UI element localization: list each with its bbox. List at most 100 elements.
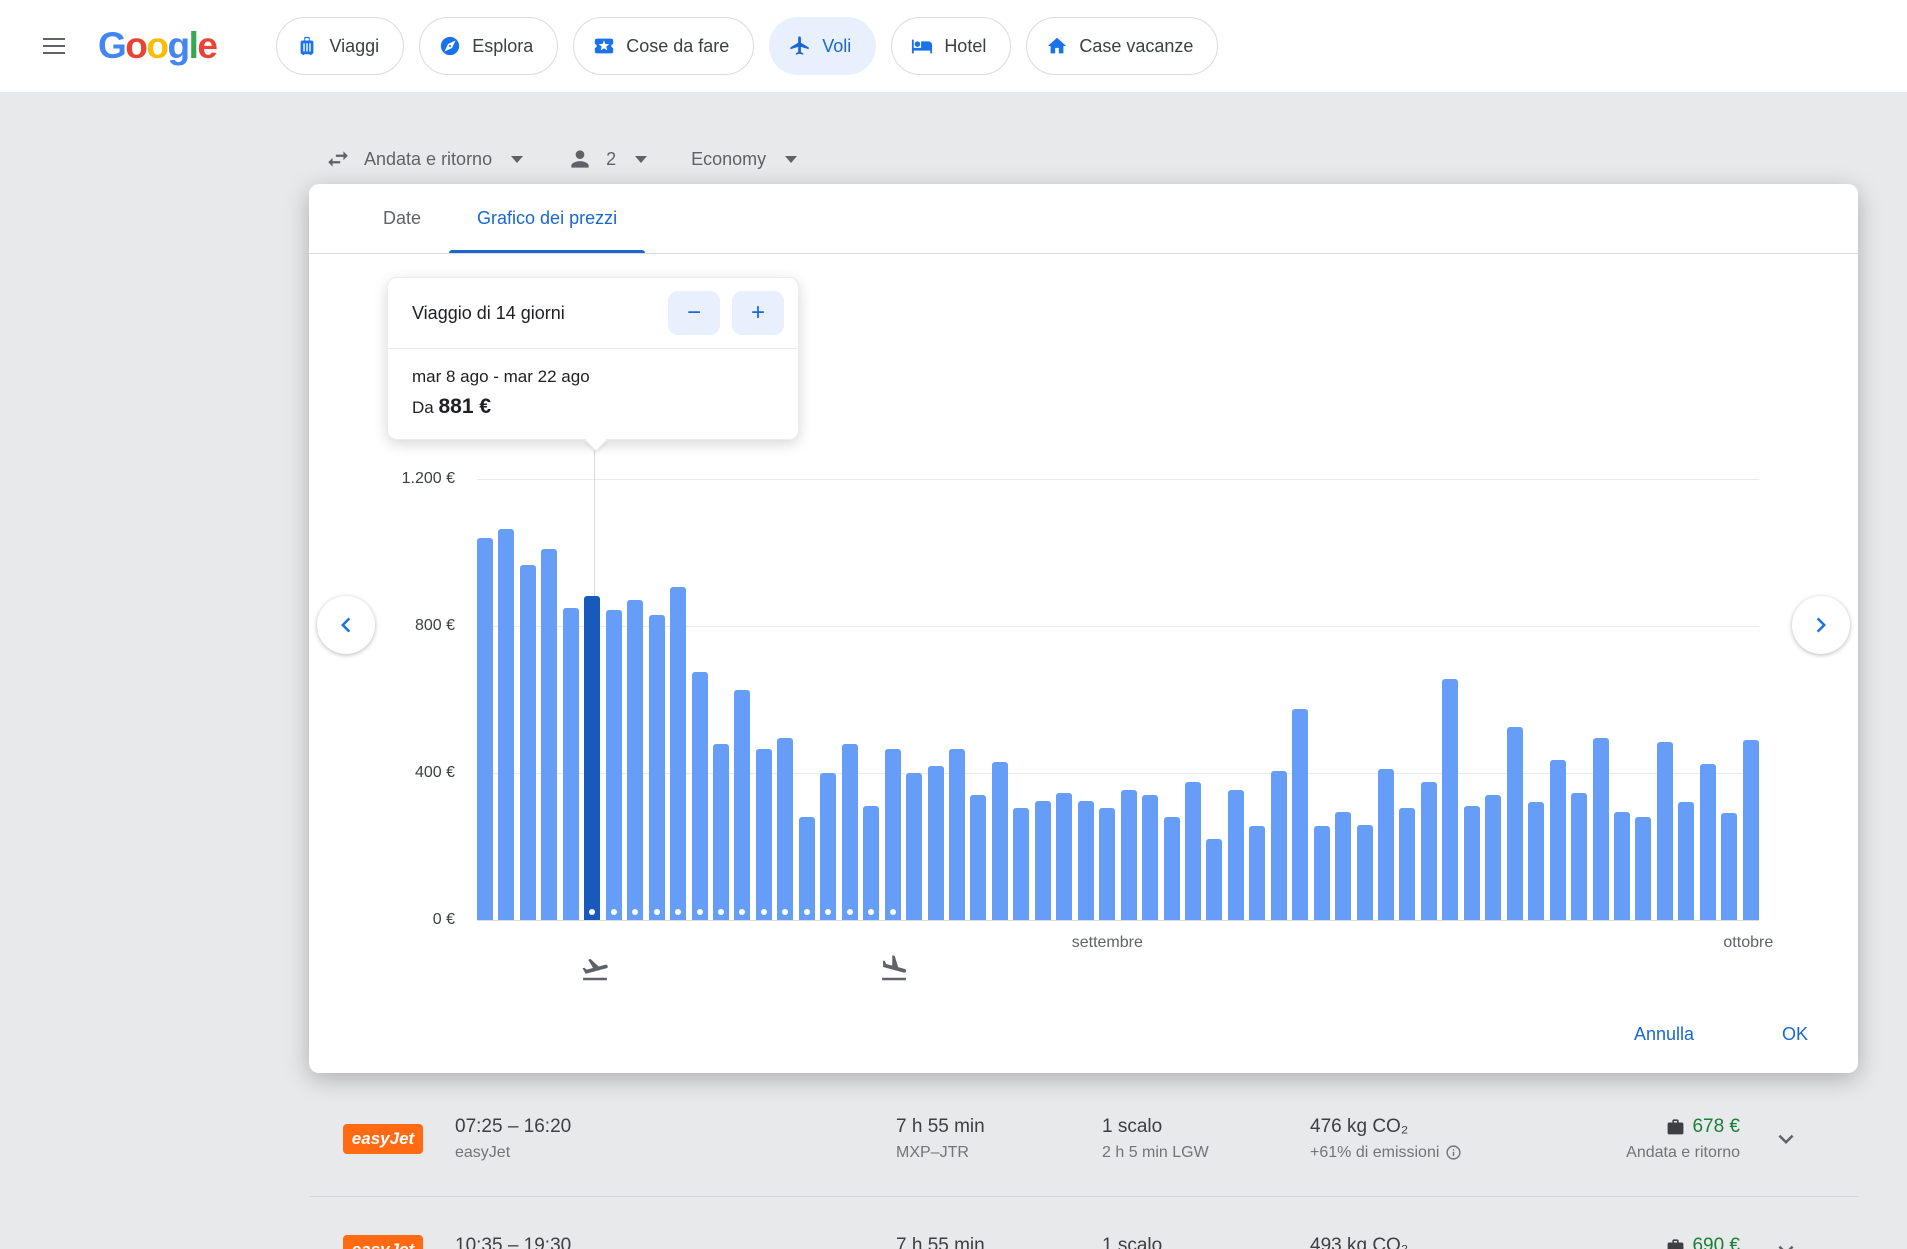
- price-bar[interactable]: [1721, 813, 1737, 920]
- price-bar[interactable]: [541, 549, 557, 920]
- price-bar[interactable]: [1399, 808, 1415, 920]
- price-bar[interactable]: [756, 749, 772, 920]
- price-bar[interactable]: [520, 565, 536, 920]
- emissions-delta: +61% di emissioni: [1310, 1144, 1439, 1162]
- price-bar[interactable]: [863, 806, 879, 920]
- price-bar[interactable]: [777, 738, 793, 920]
- next-dates-button[interactable]: [1792, 596, 1850, 654]
- price-bar[interactable]: [713, 744, 729, 920]
- price-bar[interactable]: [820, 773, 836, 920]
- price-bar[interactable]: [627, 600, 643, 920]
- flight-result-row[interactable]: easyJet 07:25 – 16:20 easyJet 7 h 55 min…: [309, 1081, 1858, 1197]
- price-bar[interactable]: [970, 795, 986, 920]
- price-bar[interactable]: [1442, 679, 1458, 920]
- increase-trip-length-button[interactable]: +: [732, 291, 784, 335]
- price-bar[interactable]: [1743, 740, 1759, 920]
- travel-nav: Viaggi Esplora Cose da fare Voli Hotel C…: [276, 17, 1218, 75]
- cabin-class-select[interactable]: Economy: [691, 149, 797, 170]
- price-bar[interactable]: [1164, 817, 1180, 920]
- price-bar[interactable]: [1056, 793, 1072, 920]
- nav-pill-esplora[interactable]: Esplora: [419, 17, 558, 75]
- price-bar[interactable]: [1142, 795, 1158, 920]
- tab-price-graph[interactable]: Grafico dei prezzi: [449, 184, 645, 253]
- price-bar[interactable]: [799, 817, 815, 920]
- price-bar[interactable]: [670, 587, 686, 920]
- previous-dates-button[interactable]: [317, 596, 375, 654]
- dropdown-caret-icon: [635, 156, 647, 163]
- menu-button[interactable]: [26, 18, 82, 74]
- price-bar[interactable]: [928, 766, 944, 920]
- price-bar[interactable]: [1035, 801, 1051, 920]
- price-bar[interactable]: [1378, 769, 1394, 920]
- axis-baseline: [477, 920, 1759, 921]
- price-bar[interactable]: [1185, 782, 1201, 920]
- price-bar[interactable]: [1485, 795, 1501, 920]
- price-bar[interactable]: [1314, 826, 1330, 920]
- price-bar[interactable]: [606, 610, 622, 921]
- trip-range-dot: [868, 909, 874, 915]
- price-bar[interactable]: [498, 529, 514, 920]
- trip-type-select[interactable]: Andata e ritorno: [325, 146, 523, 172]
- price-bar[interactable]: [692, 672, 708, 920]
- tab-date[interactable]: Date: [355, 184, 449, 253]
- price-bar[interactable]: [1013, 808, 1029, 920]
- chevron-left-icon: [331, 610, 361, 640]
- ok-button[interactable]: OK: [1782, 1024, 1808, 1045]
- price-bar[interactable]: [1593, 738, 1609, 920]
- price-bar[interactable]: [1550, 760, 1566, 920]
- nav-pill-hotel[interactable]: Hotel: [891, 17, 1011, 75]
- price-bar[interactable]: [1078, 801, 1094, 920]
- price-bar[interactable]: [1635, 817, 1651, 920]
- info-icon[interactable]: [1445, 1144, 1462, 1161]
- price-bar[interactable]: [1507, 727, 1523, 920]
- cancel-button[interactable]: Annulla: [1634, 1024, 1694, 1045]
- price-bar[interactable]: [1228, 790, 1244, 921]
- trip-range-dot: [675, 909, 681, 915]
- price-bar[interactable]: [1528, 802, 1544, 920]
- price-bar[interactable]: [1464, 806, 1480, 920]
- price-bar[interactable]: [1249, 826, 1265, 920]
- price-bar[interactable]: [949, 749, 965, 920]
- price-bar[interactable]: [1335, 812, 1351, 920]
- nav-pill-voli[interactable]: Voli: [769, 17, 876, 75]
- price-bar[interactable]: [1421, 782, 1437, 920]
- price-bar[interactable]: [1357, 825, 1373, 921]
- trip-type-label: Andata e ritorno: [1610, 1144, 1740, 1162]
- price-bar[interactable]: [477, 538, 493, 920]
- price-bar[interactable]: [906, 773, 922, 920]
- nav-pill-label: Esplora: [472, 36, 533, 57]
- passengers-select[interactable]: 2: [567, 146, 647, 172]
- price-bar[interactable]: [842, 744, 858, 920]
- price-bar[interactable]: [1292, 709, 1308, 920]
- flight-result-row[interactable]: easyJet 10:35 – 19:30 7 h 55 min 1 scalo…: [309, 1197, 1858, 1249]
- chevron-down-icon: [1771, 1124, 1801, 1154]
- nav-pill-viaggi[interactable]: Viaggi: [276, 17, 404, 75]
- expand-flight-button[interactable]: [1771, 1235, 1801, 1249]
- price-bar[interactable]: [1614, 812, 1630, 920]
- price-bar[interactable]: [1121, 790, 1137, 921]
- price-bar[interactable]: [734, 690, 750, 920]
- trip-range-dot: [718, 909, 724, 915]
- price-bar[interactable]: [1657, 742, 1673, 920]
- nav-pill-case-vacanze[interactable]: Case vacanze: [1026, 17, 1218, 75]
- decrease-trip-length-button[interactable]: −: [668, 291, 720, 335]
- price-bar[interactable]: [649, 615, 665, 920]
- expand-flight-button[interactable]: [1771, 1124, 1801, 1154]
- google-logo[interactable]: G o o g l e: [98, 25, 216, 67]
- trip-range-dot: [611, 909, 617, 915]
- explore-icon: [439, 35, 461, 57]
- easyjet-logo: easyJet: [343, 1235, 423, 1249]
- price-bar[interactable]: [1700, 764, 1716, 920]
- price-bar[interactable]: [1571, 793, 1587, 920]
- trip-length-controls: Viaggio di 14 giorni − +: [388, 278, 798, 348]
- person-icon: [567, 146, 593, 172]
- price-bar-selected[interactable]: [584, 596, 600, 920]
- price-bar[interactable]: [563, 608, 579, 920]
- price-bar[interactable]: [1206, 839, 1222, 920]
- price-bar[interactable]: [1678, 802, 1694, 920]
- price-bar[interactable]: [1099, 808, 1115, 920]
- nav-pill-cose-da-fare[interactable]: Cose da fare: [573, 17, 754, 75]
- price-bar[interactable]: [992, 762, 1008, 920]
- price-bar[interactable]: [885, 749, 901, 920]
- price-bar[interactable]: [1271, 771, 1287, 920]
